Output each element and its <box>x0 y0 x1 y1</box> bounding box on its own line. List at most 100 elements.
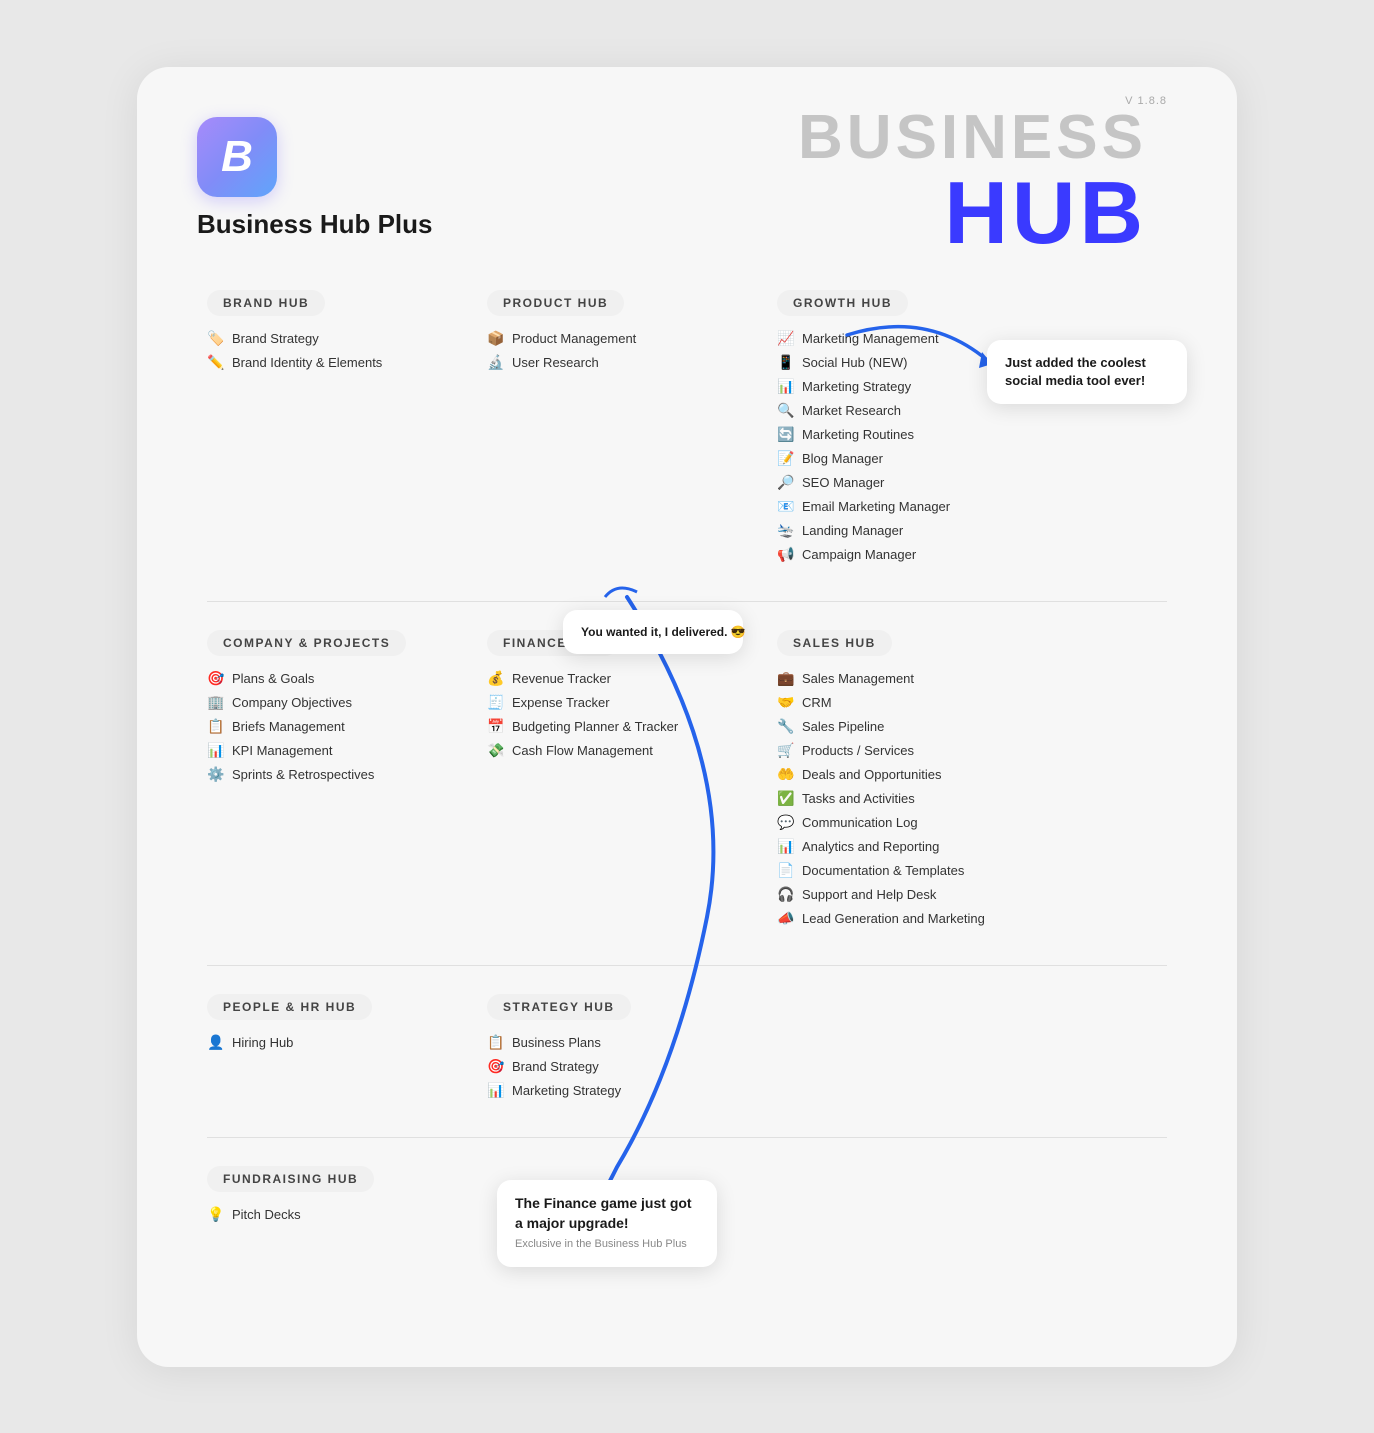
growth-hub-section: GROWTH HUB 📈Marketing Management 📱Social… <box>757 280 1177 583</box>
list-item[interactable]: 💼Sales Management <box>777 670 1167 687</box>
list-item[interactable]: 💡Pitch Decks <box>207 1206 457 1223</box>
empty-col <box>757 984 1177 1119</box>
company-section: COMPANY & PROJECTS 🎯Plans & Goals 🏢Compa… <box>197 620 477 947</box>
finance-section: FINANCE HUB 💰Revenue Tracker 🧾Expense Tr… <box>477 620 757 947</box>
list-item[interactable]: 🛒Products / Services <box>777 742 1167 759</box>
market-research-icon: 🔍 <box>777 402 795 419</box>
brand-hub-section: BRAND HUB 🏷️Brand Strategy ✏️Brand Ident… <box>197 280 477 583</box>
finance-upgrade-title: The Finance game just got a major upgrad… <box>515 1194 699 1233</box>
strat-brand-icon: 🎯 <box>487 1058 505 1075</box>
list-item[interactable]: 🔍Market Research <box>777 402 1167 419</box>
finance-tooltip: You wanted it, I delivered. 😎 <box>563 610 743 655</box>
mktg-strategy-icon: 📊 <box>777 378 795 395</box>
list-item[interactable]: 💰Revenue Tracker <box>487 670 737 687</box>
app-logo: B <box>197 117 277 197</box>
list-item[interactable]: 📋Briefs Management <box>207 718 457 735</box>
people-hr-title: PEOPLE & HR HUB <box>207 994 372 1020</box>
finance-upgrade-tooltip: The Finance game just got a major upgrad… <box>497 1180 717 1267</box>
sales-hub-title: SALES HUB <box>777 630 892 656</box>
fundraising-title: FUNDRAISING HUB <box>207 1166 374 1192</box>
list-item[interactable]: 📊Analytics and Reporting <box>777 838 1167 855</box>
list-item[interactable]: 📢Campaign Manager <box>777 546 1167 563</box>
product-hub-section: PRODUCT HUB 📦Product Management 🔬User Re… <box>477 280 757 583</box>
user-research-icon: 🔬 <box>487 354 505 371</box>
list-item[interactable]: 🎧Support and Help Desk <box>777 886 1167 903</box>
list-item[interactable]: 📣Lead Generation and Marketing <box>777 910 1167 927</box>
fundraising-items: 💡Pitch Decks <box>207 1206 457 1223</box>
strategy-section: STRATEGY HUB 📋Business Plans 🎯Brand Stra… <box>477 984 757 1119</box>
list-item[interactable]: 📄Documentation & Templates <box>777 862 1167 879</box>
list-item[interactable]: 🎯Brand Strategy <box>487 1058 737 1075</box>
finance-upgrade-subtitle: Exclusive in the Business Hub Plus <box>515 1237 699 1252</box>
list-item[interactable]: 📧Email Marketing Manager <box>777 498 1167 515</box>
finance-items: 💰Revenue Tracker 🧾Expense Tracker 📅Budge… <box>487 670 737 759</box>
cashflow-icon: 💸 <box>487 742 505 759</box>
list-item[interactable]: 🔎SEO Manager <box>777 474 1167 491</box>
list-item[interactable]: 🤲Deals and Opportunities <box>777 766 1167 783</box>
mktg-routines-icon: 🔄 <box>777 426 795 443</box>
sales-hub-items: 💼Sales Management 🤝CRM 🔧Sales Pipeline 🛒… <box>777 670 1167 927</box>
list-item[interactable]: 👤Hiring Hub <box>207 1034 457 1051</box>
sales-mgmt-icon: 💼 <box>777 670 795 687</box>
mktg-mgmt-icon: 📈 <box>777 330 795 347</box>
deals-icon: 🤲 <box>777 766 795 783</box>
list-item[interactable]: 📋Business Plans <box>487 1034 737 1051</box>
hero-hub: HUB <box>798 169 1147 257</box>
landing-icon: 🛬 <box>777 522 795 539</box>
biz-plans-icon: 📋 <box>487 1034 505 1051</box>
tasks-icon: ✅ <box>777 790 795 807</box>
list-item[interactable]: 🔬User Research <box>487 354 737 371</box>
company-obj-icon: 🏢 <box>207 694 225 711</box>
hero-business: BUSINESS <box>798 107 1147 169</box>
budgeting-icon: 📅 <box>487 718 505 735</box>
growth-hub-title: GROWTH HUB <box>777 290 908 316</box>
list-item[interactable]: 🧾Expense Tracker <box>487 694 737 711</box>
list-item[interactable]: 💬Communication Log <box>777 814 1167 831</box>
list-item[interactable]: ⚙️Sprints & Retrospectives <box>207 766 457 783</box>
product-mgmt-icon: 📦 <box>487 330 505 347</box>
social-hub-icon: 📱 <box>777 354 795 371</box>
list-item[interactable]: 🏢Company Objectives <box>207 694 457 711</box>
list-item[interactable]: 📦Product Management <box>487 330 737 347</box>
brand-strategy-icon: 🏷️ <box>207 330 225 347</box>
sales-pipeline-icon: 🔧 <box>777 718 795 735</box>
brand-hub-title: BRAND HUB <box>207 290 325 316</box>
empty-col3 <box>757 1156 1177 1243</box>
lead-gen-icon: 📣 <box>777 910 795 927</box>
analytics-icon: 📊 <box>777 838 795 855</box>
support-icon: 🎧 <box>777 886 795 903</box>
list-item[interactable]: 📊Marketing Strategy <box>487 1082 737 1099</box>
list-item[interactable]: 🛬Landing Manager <box>777 522 1167 539</box>
list-item[interactable]: 🎯Plans & Goals <box>207 670 457 687</box>
list-item[interactable]: 📅Budgeting Planner & Tracker <box>487 718 737 735</box>
list-item[interactable]: 📝Blog Manager <box>777 450 1167 467</box>
list-item[interactable]: 🏷️Brand Strategy <box>207 330 457 347</box>
hero-title: BUSINESS HUB <box>798 107 1147 257</box>
company-items: 🎯Plans & Goals 🏢Company Objectives 📋Brie… <box>207 670 457 783</box>
revenue-icon: 💰 <box>487 670 505 687</box>
strat-mktg-icon: 📊 <box>487 1082 505 1099</box>
list-item[interactable]: ✏️Brand Identity & Elements <box>207 354 457 371</box>
products-icon: 🛒 <box>777 742 795 759</box>
social-tooltip: Just added the coolest social media tool… <box>987 340 1187 404</box>
app-name: Business Hub Plus <box>197 209 433 240</box>
brand-hub-items: 🏷️Brand Strategy ✏️Brand Identity & Elem… <box>207 330 457 371</box>
product-hub-items: 📦Product Management 🔬User Research <box>487 330 737 371</box>
expense-icon: 🧾 <box>487 694 505 711</box>
briefs-icon: 📋 <box>207 718 225 735</box>
blog-mgr-icon: 📝 <box>777 450 795 467</box>
campaign-icon: 📢 <box>777 546 795 563</box>
list-item[interactable]: 💸Cash Flow Management <box>487 742 737 759</box>
email-mktg-icon: 📧 <box>777 498 795 515</box>
list-item[interactable]: 🔄Marketing Routines <box>777 426 1167 443</box>
company-title: COMPANY & PROJECTS <box>207 630 406 656</box>
strategy-items: 📋Business Plans 🎯Brand Strategy 📊Marketi… <box>487 1034 737 1099</box>
list-item[interactable]: 🔧Sales Pipeline <box>777 718 1167 735</box>
list-item[interactable]: ✅Tasks and Activities <box>777 790 1167 807</box>
plans-goals-icon: 🎯 <box>207 670 225 687</box>
comm-log-icon: 💬 <box>777 814 795 831</box>
people-hr-items: 👤Hiring Hub <box>207 1034 457 1051</box>
list-item[interactable]: 📊KPI Management <box>207 742 457 759</box>
list-item[interactable]: 🤝CRM <box>777 694 1167 711</box>
logo-letter: B <box>221 132 253 182</box>
